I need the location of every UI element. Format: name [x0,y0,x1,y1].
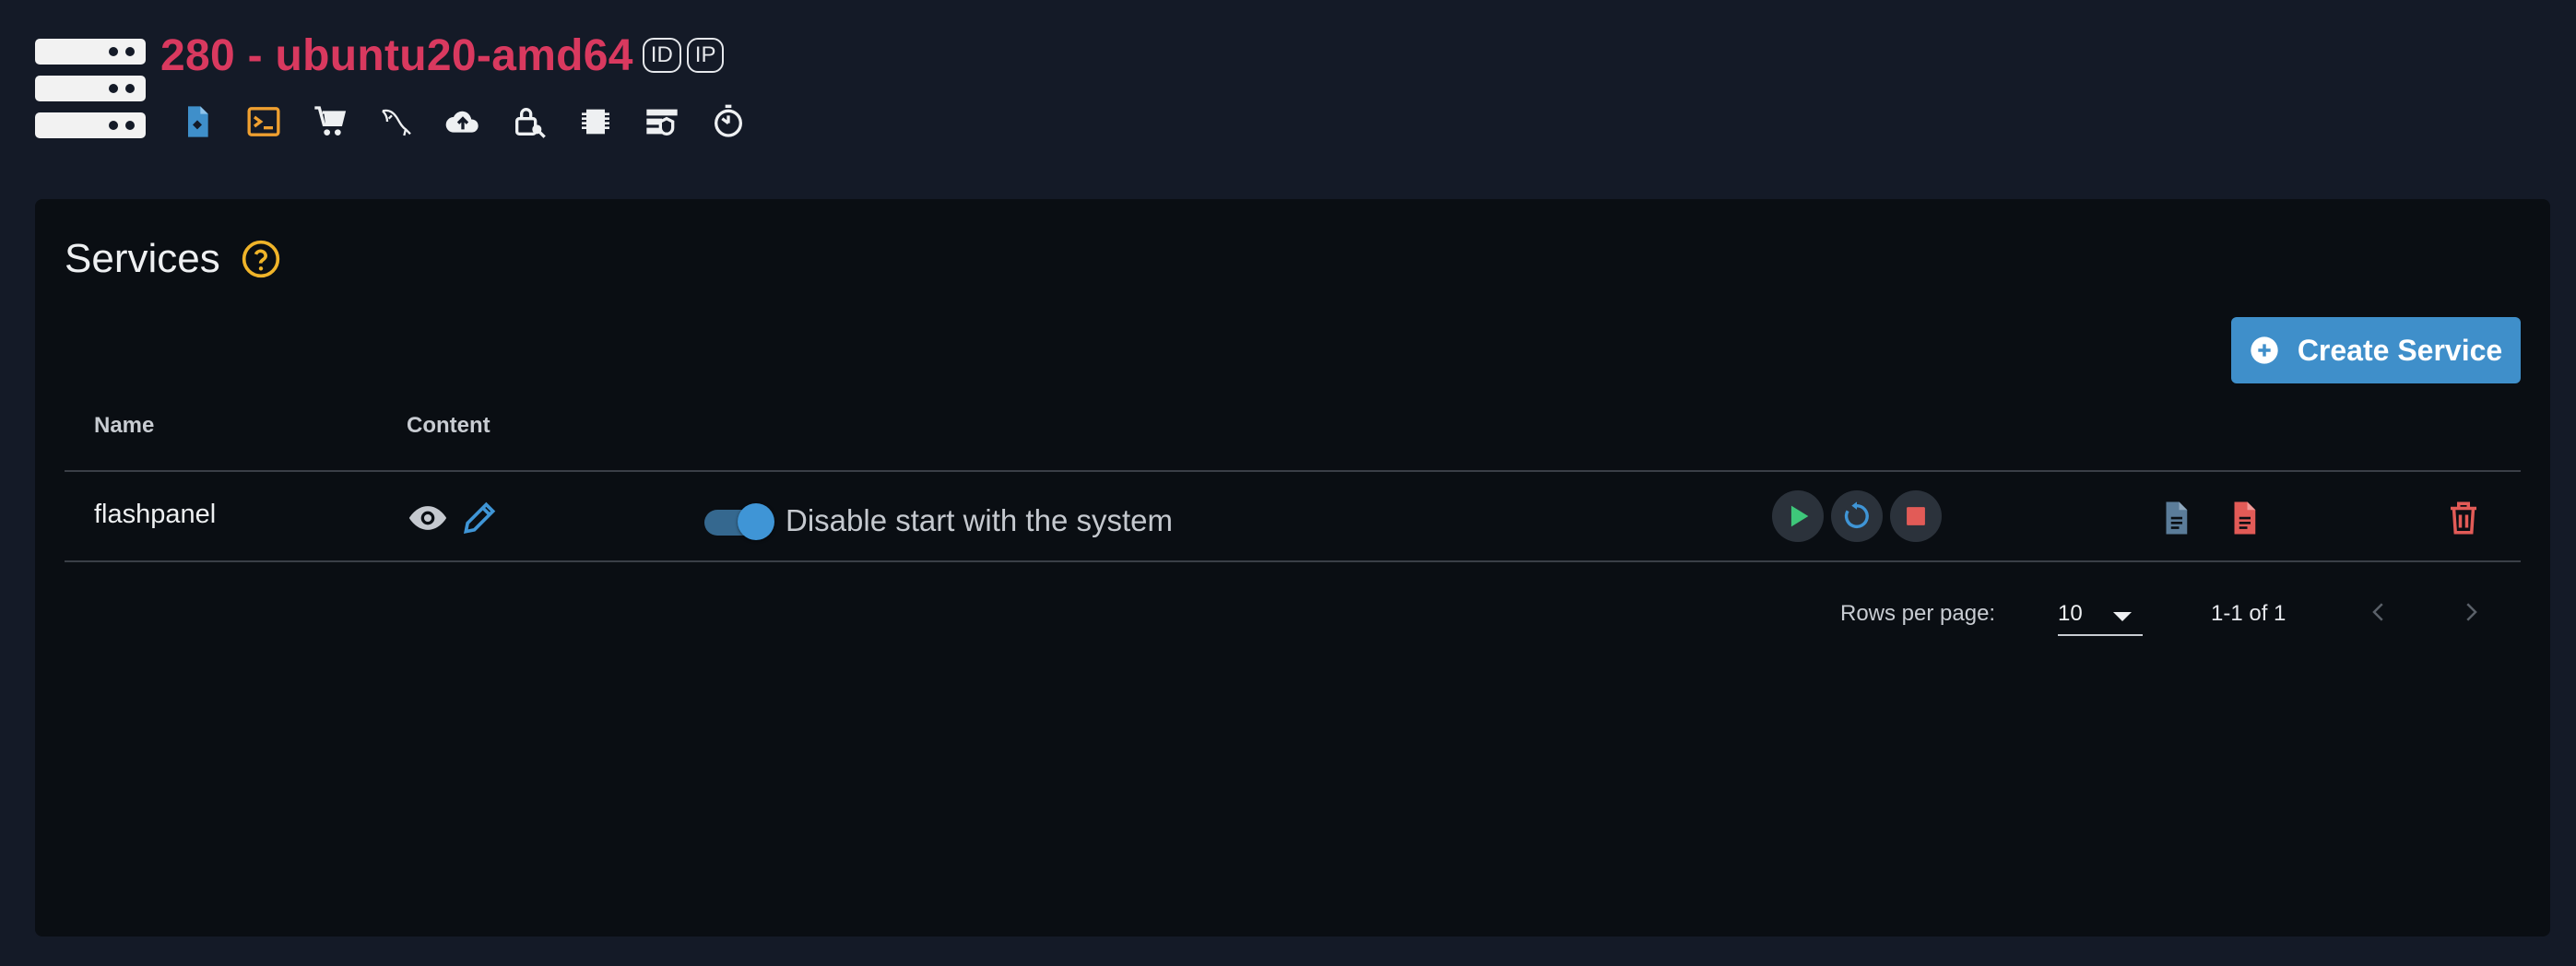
eye-icon[interactable] [406,496,450,540]
terminal-icon[interactable] [242,100,286,144]
question-circle-icon[interactable] [241,239,281,279]
row-divider [65,560,2521,562]
error-log-icon[interactable] [2222,496,2266,540]
plus-circle-icon [2251,336,2278,364]
cart-icon[interactable] [308,100,352,144]
cloud-upload-icon[interactable] [441,100,485,144]
content-actions [406,496,509,540]
start-with-system-toggle[interactable] [703,503,774,540]
ip-chip[interactable]: IP [686,38,725,73]
toggle-knob [738,503,774,540]
column-header-name: Name [94,413,155,438]
column-header-content: Content [407,413,490,438]
mysql-dolphin-icon[interactable] [374,100,419,144]
play-icon[interactable] [1772,490,1824,542]
id-chip[interactable]: ID [642,38,681,73]
rows-per-page-select[interactable]: 10 [2058,592,2143,636]
server-header: 280 - ubuntu20-amd64 ID IP [0,0,2576,184]
server-title: 280 - ubuntu20-amd64 [160,30,633,80]
server-rack-icon [35,39,146,138]
pencil-icon[interactable] [457,496,502,540]
log-file-icon[interactable] [2154,496,2198,540]
timer-icon[interactable] [706,100,750,144]
pagination-range: 1-1 of 1 [2211,601,2286,626]
restart-icon[interactable] [1831,490,1883,542]
memory-chip-icon[interactable] [573,100,618,144]
caret-down-icon [2113,612,2132,621]
service-name: flashpanel [94,500,217,529]
stop-icon[interactable] [1890,490,1942,542]
firewall-icon[interactable] [640,100,684,144]
service-control-actions [1772,490,1949,542]
server-toolbar [175,100,773,144]
services-title-row: Services [65,236,281,282]
services-card: Services Create Service Name Content fla… [35,199,2550,937]
log-actions [2154,496,2290,540]
lock-key-icon[interactable] [507,100,551,144]
rows-per-page-value: 10 [2058,601,2083,626]
services-title: Services [65,236,220,281]
server-title-row: 280 - ubuntu20-amd64 ID IP [160,28,725,83]
rows-per-page-label: Rows per page: [1840,601,1996,626]
create-service-label: Create Service [2297,333,2503,367]
chevron-left-icon[interactable] [2360,594,2397,630]
file-browser-icon[interactable] [175,100,219,144]
trash-icon[interactable] [2441,496,2486,540]
start-with-system-label: Disable start with the system [786,503,1173,537]
chevron-right-icon[interactable] [2452,594,2489,630]
create-service-button[interactable]: Create Service [2231,317,2521,383]
header-divider [65,470,2521,472]
